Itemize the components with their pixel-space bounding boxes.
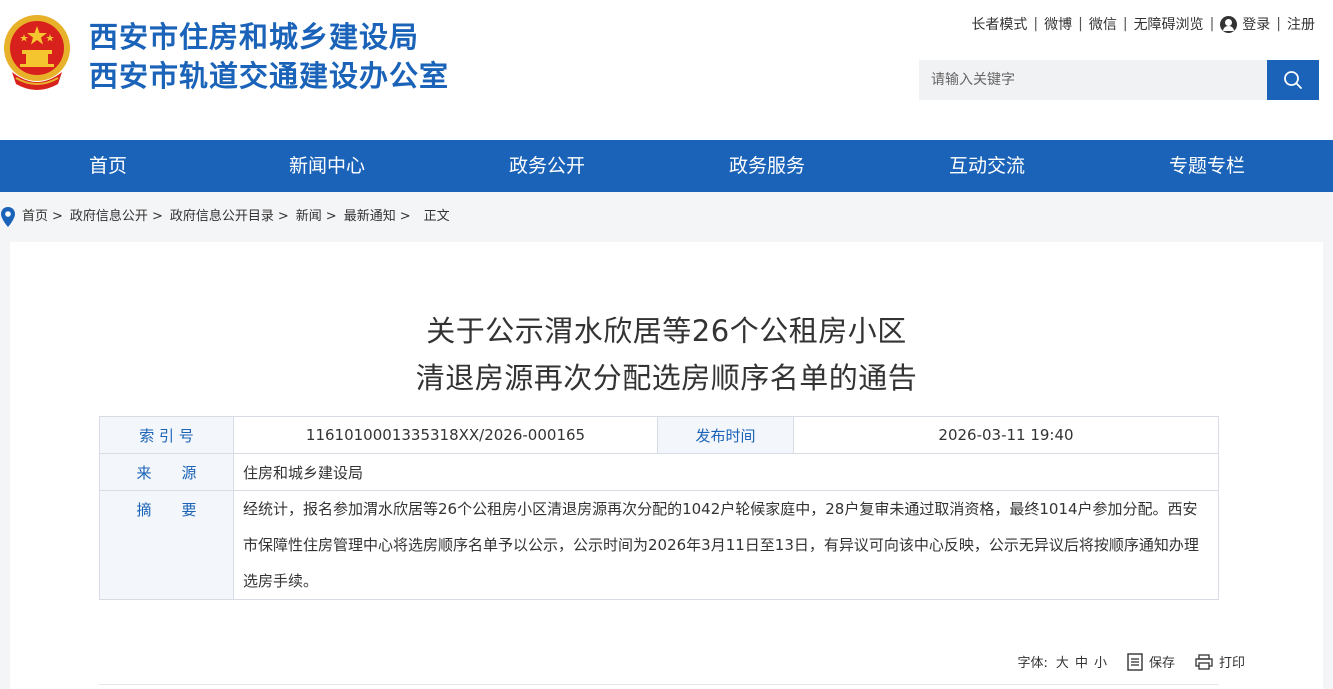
source-label: 来 源 — [99, 453, 234, 491]
divider — [99, 684, 1219, 685]
login-link[interactable]: 登录 — [1242, 14, 1270, 34]
font-large-button[interactable]: 大 — [1056, 652, 1069, 671]
nav-home[interactable]: 首页 — [89, 140, 127, 192]
publish-time-value: 2026-03-11 19:40 — [793, 416, 1219, 454]
breadcrumb-current: 正文 — [423, 209, 450, 224]
publish-time-label: 发布时间 — [657, 416, 794, 454]
font-medium-button[interactable]: 中 — [1075, 652, 1088, 671]
source-value: 住房和城乡建设局 — [233, 453, 1219, 491]
breadcrumb-news[interactable]: 新闻 — [296, 192, 322, 242]
article-title-line-1: 关于公示渭水欣居等26个公租房小区 — [426, 314, 907, 348]
search-button[interactable] — [1267, 60, 1319, 100]
national-emblem-icon — [4, 15, 70, 90]
breadcrumb-arrow: > — [325, 209, 337, 224]
breadcrumb-latest-notice[interactable]: 最新通知 — [344, 192, 396, 242]
index-number-value: 1161010001335318XX/2026-000165 — [233, 416, 658, 454]
breadcrumb-gov-info[interactable]: 政府信息公开 — [70, 192, 148, 242]
index-number-label: 索 引 号 — [99, 416, 234, 454]
user-icon[interactable] — [1220, 15, 1238, 33]
separator: | — [1078, 16, 1083, 32]
wechat-link[interactable]: 微信 — [1089, 14, 1117, 34]
breadcrumb-arrow: > — [399, 209, 411, 224]
summary-value: 经统计，报名参加渭水欣居等26个公租房小区清退房源再次分配的1042户轮候家庭中… — [233, 490, 1219, 600]
top-links: 长者模式 | 微博 | 微信 | 无障碍浏览 | 登录 | 注册 — [971, 14, 1315, 34]
site-header: 西安市住房和城乡建设局 西安市轨道交通建设办公室 长者模式 | 微博 | 微信 … — [0, 0, 1333, 140]
print-icon[interactable] — [1195, 653, 1213, 670]
save-button[interactable]: 保存 — [1149, 652, 1175, 671]
font-size-label: 字体: — [1017, 656, 1048, 671]
nav-government-affairs[interactable]: 政务公开 — [509, 140, 585, 192]
breadcrumb-arrow: > — [277, 209, 289, 224]
nav-government-services[interactable]: 政务服务 — [729, 140, 805, 192]
nav-interaction[interactable]: 互动交流 — [949, 140, 1025, 192]
nav-special-topics[interactable]: 专题专栏 — [1169, 140, 1245, 192]
print-button[interactable]: 打印 — [1219, 652, 1245, 671]
breadcrumb-home[interactable]: 首页 — [22, 192, 48, 242]
font-small-button[interactable]: 小 — [1094, 652, 1107, 671]
separator: | — [1122, 16, 1128, 32]
weibo-link[interactable]: 微博 — [1044, 14, 1072, 34]
elder-mode-link[interactable]: 长者模式 — [971, 14, 1027, 34]
site-title-primary[interactable]: 西安市住房和城乡建设局 — [89, 14, 419, 56]
article-title-line-2: 清退房源再次分配选房顺序名单的通告 — [415, 361, 918, 395]
breadcrumb-arrow: > — [151, 209, 163, 224]
main-nav: 首页 新闻中心 政务公开 政务服务 互动交流 专题专栏 — [0, 140, 1333, 192]
accessible-browse-link[interactable]: 无障碍浏览 — [1134, 14, 1204, 34]
register-link[interactable]: 注册 — [1287, 14, 1315, 34]
separator: | — [1033, 16, 1039, 32]
separator: | — [1209, 16, 1215, 32]
nav-news-center[interactable]: 新闻中心 — [289, 140, 365, 192]
search-icon — [1284, 71, 1302, 89]
breadcrumb-gov-info-catalog[interactable]: 政府信息公开目录 — [170, 192, 274, 242]
separator: | — [1276, 16, 1281, 32]
search-input[interactable] — [919, 60, 1267, 100]
article-tools: 字体: 大 中 小 保存 打印 — [1018, 652, 1251, 671]
location-pin-icon — [1, 207, 15, 227]
summary-label: 摘 要 — [99, 490, 234, 600]
breadcrumb: 首页 > 政府信息公开 > 政府信息公开目录 > 新闻 > 最新通知 > 正文 — [22, 192, 450, 242]
save-icon[interactable] — [1127, 652, 1143, 671]
site-title-secondary[interactable]: 西安市轨道交通建设办公室 — [89, 53, 449, 95]
breadcrumb-arrow: > — [52, 209, 63, 224]
article-meta-table: 索 引 号 1161010001335318XX/2026-000165 发布时… — [99, 416, 1219, 600]
